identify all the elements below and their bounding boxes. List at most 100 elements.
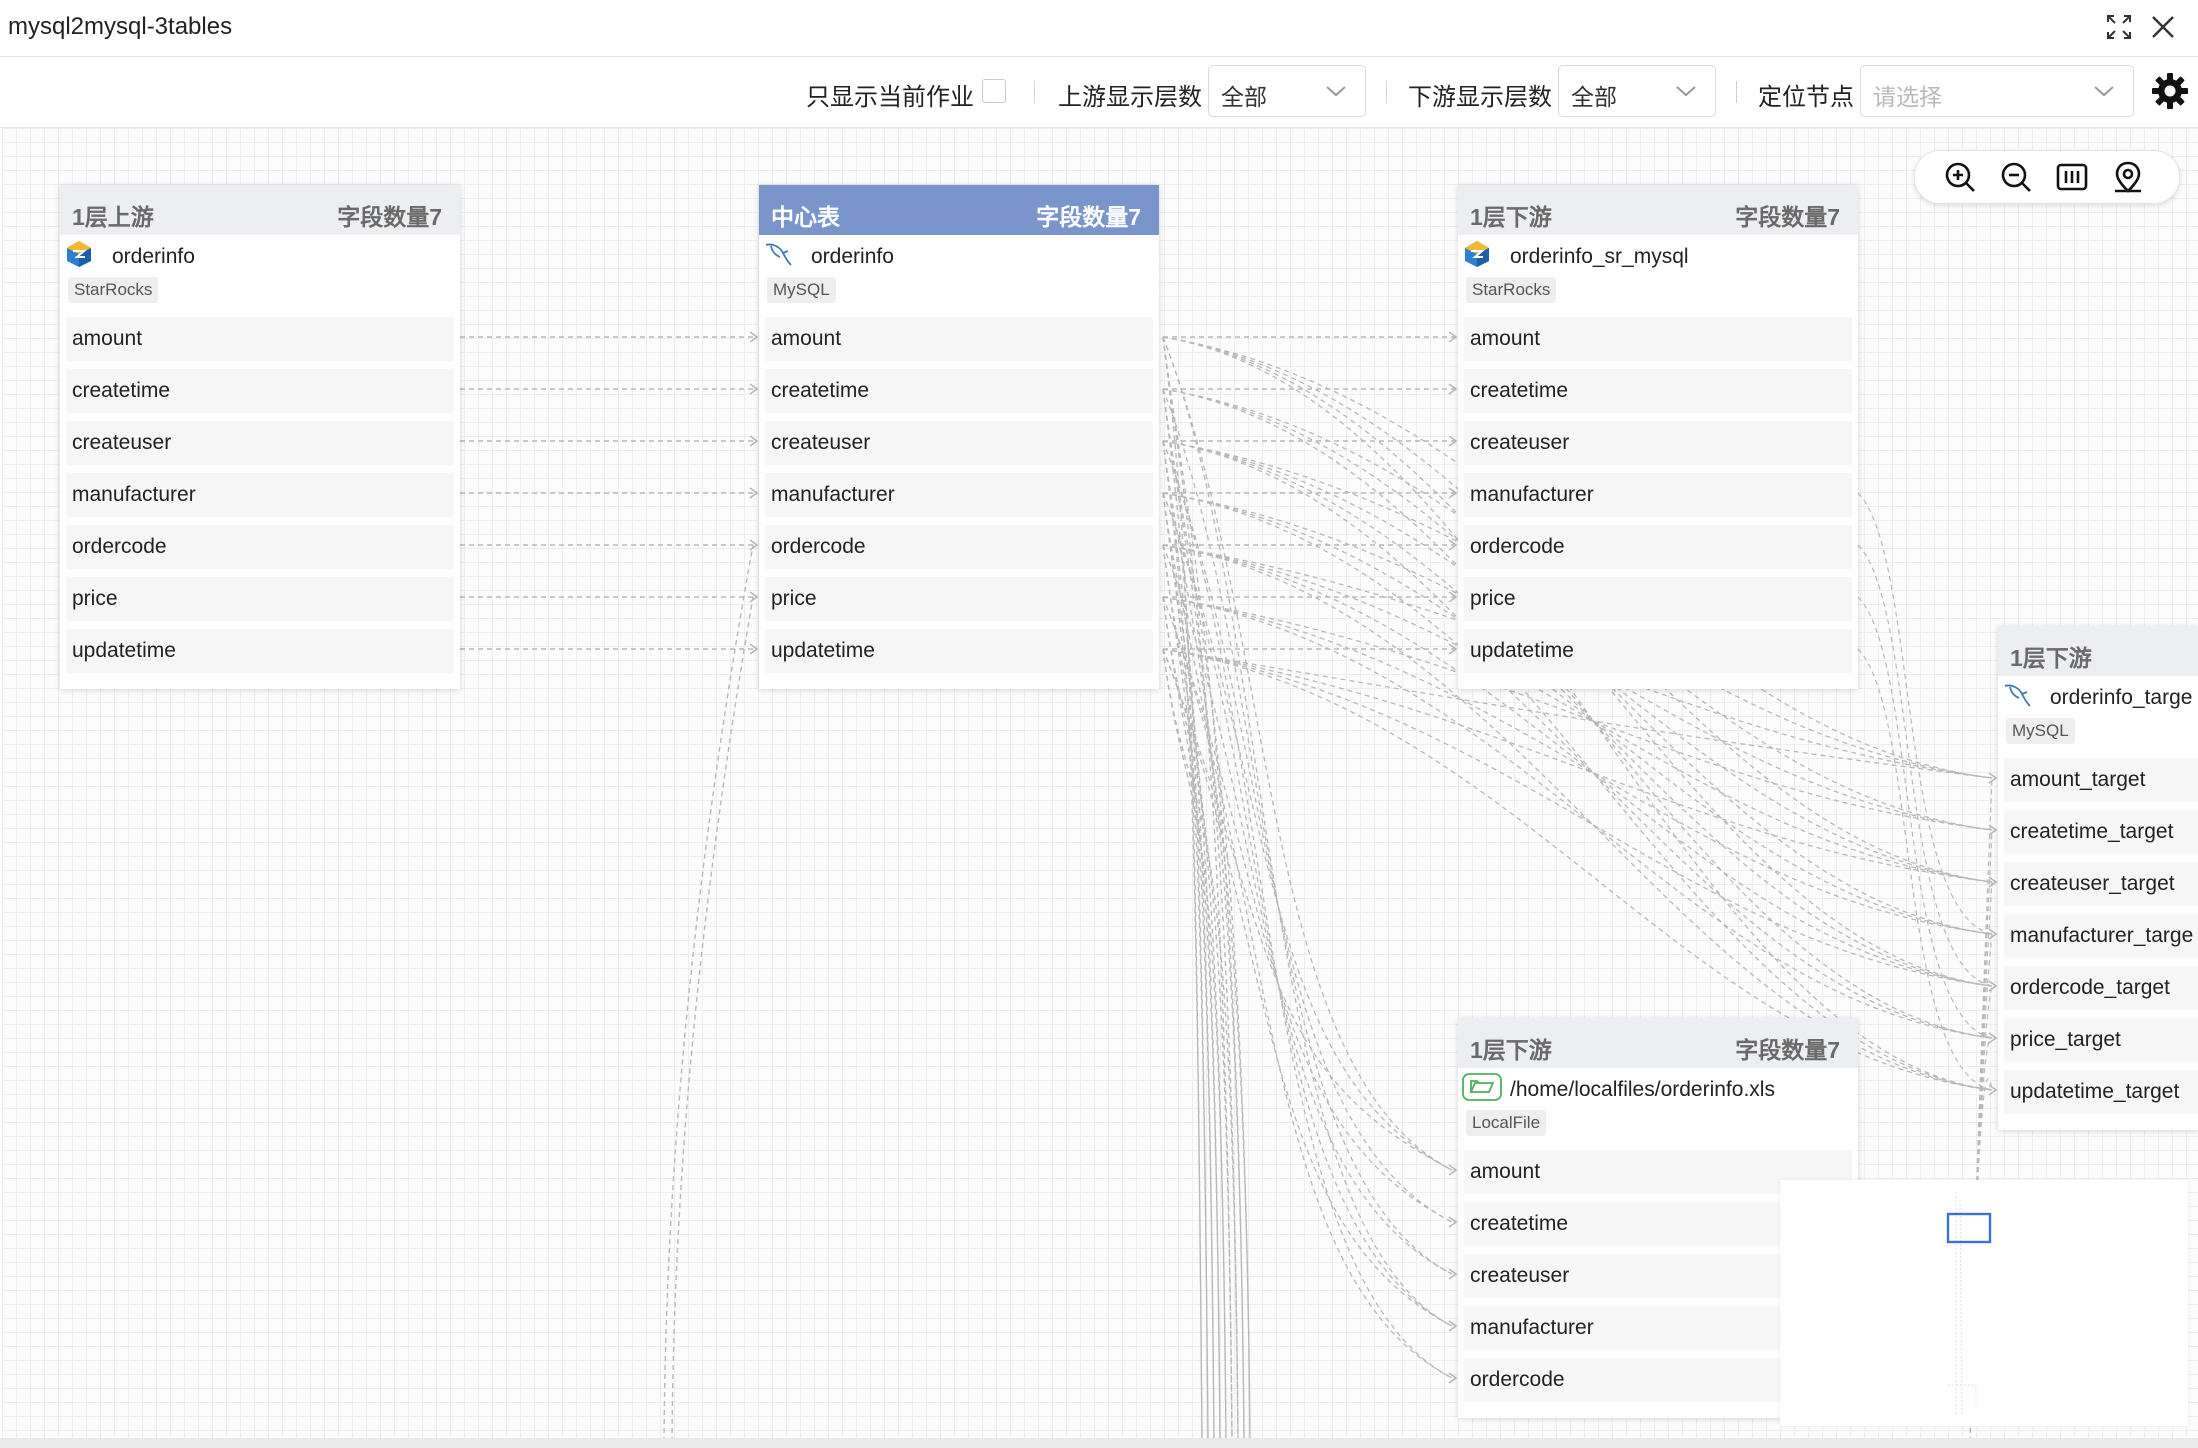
- node-level: 中心表: [771, 204, 840, 230]
- node-level: 1层上游: [72, 204, 154, 230]
- locate-icon[interactable]: [2111, 160, 2145, 194]
- field-list: amount createtime createuser manufacture…: [759, 317, 1159, 689]
- field-row[interactable]: updatetime: [1464, 629, 1852, 673]
- field-row[interactable]: createtime: [765, 369, 1153, 413]
- minimap[interactable]: [1780, 1180, 2188, 1426]
- zoom-out-icon[interactable]: [1999, 160, 2033, 194]
- field-row[interactable]: updatetime: [66, 629, 454, 673]
- field-row[interactable]: amount: [765, 317, 1153, 361]
- field-name: ordercode: [771, 535, 866, 558]
- minimap-viewport[interactable]: [1946, 1212, 1992, 1244]
- field-row[interactable]: price: [66, 577, 454, 621]
- field-row[interactable]: ordercode: [765, 525, 1153, 569]
- field-row[interactable]: createtime: [1464, 369, 1852, 413]
- lineage-edge: [671, 596, 754, 1442]
- field-name: createuser: [771, 431, 871, 454]
- starrocks-icon: [1462, 239, 1492, 269]
- fullscreen-icon[interactable]: [2104, 12, 2134, 42]
- horizontal-scrollbar[interactable]: [0, 1438, 2198, 1448]
- node-downstream-target[interactable]: 1层下游 orderinfo_targe MySQL amount_target…: [1998, 626, 2198, 1130]
- field-name: createuser: [72, 431, 172, 454]
- field-row[interactable]: createtime_target: [2004, 810, 2198, 854]
- locate-node-select[interactable]: 请选择: [1860, 65, 2134, 117]
- datasource-badge: StarRocks: [1466, 277, 1557, 303]
- field-name: createtime: [72, 379, 171, 402]
- node-header: 1层下游 字段数量7: [1458, 1018, 1858, 1068]
- node-table-name: orderinfo_sr_mysql: [1510, 245, 1689, 268]
- field-row[interactable]: price_target: [2004, 1018, 2198, 1062]
- node-field-count: 字段数量7: [337, 204, 442, 230]
- node-table-name: orderinfo: [112, 245, 195, 268]
- close-icon[interactable]: [2148, 12, 2178, 42]
- node-level: 1层下游: [1470, 204, 1552, 230]
- field-row[interactable]: manufacturer: [66, 473, 454, 517]
- window-titlebar: mysql2mysql-3tables: [0, 0, 2198, 57]
- field-row[interactable]: manufacturer: [1464, 473, 1852, 517]
- locate-node-label: 定位节点: [1758, 84, 1854, 111]
- field-list: amount createtime createuser manufacture…: [1458, 317, 1858, 689]
- lineage-edge: [1162, 544, 1227, 1442]
- toolbar-divider: [1034, 81, 1035, 103]
- field-name: price: [771, 587, 817, 610]
- fit-view-icon[interactable]: [2055, 160, 2089, 194]
- node-center[interactable]: 中心表 字段数量7 orderinfo MySQL amount createt…: [759, 185, 1159, 689]
- field-row[interactable]: createuser: [66, 421, 454, 465]
- datasource-badge: LocalFile: [1466, 1110, 1547, 1136]
- lineage-edge: [1162, 492, 1453, 1171]
- field-name: price: [1470, 587, 1516, 610]
- lineage-canvas[interactable]: 1层上游 字段数量7 orderinfo StarRocks amount cr…: [2, 128, 2198, 1442]
- node-upstream[interactable]: 1层上游 字段数量7 orderinfo StarRocks amount cr…: [60, 185, 460, 689]
- field-row[interactable]: createuser_target: [2004, 862, 2198, 906]
- gear-icon[interactable]: [2150, 71, 2190, 116]
- node-downstream-starrocks[interactable]: 1层下游 字段数量7 orderinfo_sr_mysql StarRocks …: [1458, 185, 1858, 689]
- upstream-levels-value: 全部: [1221, 84, 1267, 110]
- field-list: amount_target createtime_target createus…: [1998, 758, 2198, 1130]
- datasource-badge: StarRocks: [68, 277, 159, 303]
- field-row[interactable]: manufacturer: [765, 473, 1153, 517]
- field-row[interactable]: ordercode_target: [2004, 966, 2198, 1010]
- locate-node-placeholder: 请选择: [1873, 84, 1942, 110]
- field-row[interactable]: updatetime_target: [2004, 1070, 2198, 1114]
- field-row[interactable]: createtime: [66, 369, 454, 413]
- mysql-icon: [2002, 680, 2032, 710]
- field-name: price_target: [2010, 1028, 2121, 1051]
- only-current-checkbox[interactable]: [982, 79, 1006, 103]
- lineage-edge: [1162, 336, 1203, 1442]
- field-row[interactable]: manufacturer_targe: [2004, 914, 2198, 958]
- field-name: amount: [1470, 327, 1541, 350]
- downstream-levels-select[interactable]: 全部: [1558, 65, 1716, 117]
- window-title: mysql2mysql-3tables: [8, 13, 233, 40]
- zoom-in-icon[interactable]: [1943, 160, 1977, 194]
- lineage-edge: [1162, 492, 1221, 1442]
- field-name: manufacturer: [72, 483, 196, 506]
- lineage-edge: [1162, 388, 1453, 1275]
- field-row[interactable]: ordercode: [1464, 525, 1852, 569]
- field-name: manufacturer: [771, 483, 895, 506]
- field-row[interactable]: price: [765, 577, 1153, 621]
- field-row[interactable]: createuser: [1464, 421, 1852, 465]
- field-row[interactable]: createuser: [765, 421, 1153, 465]
- upstream-levels-label: 上游显示层数: [1058, 84, 1202, 111]
- mysql-icon: [763, 239, 793, 269]
- field-row[interactable]: updatetime: [765, 629, 1153, 673]
- lineage-edge: [1162, 336, 1453, 1171]
- node-level: 1层下游: [2010, 645, 2092, 671]
- field-name: amount: [1470, 1160, 1541, 1183]
- node-field-count: 字段数量7: [1036, 204, 1141, 230]
- only-current-label: 只显示当前作业: [806, 84, 974, 111]
- field-row[interactable]: ordercode: [66, 525, 454, 569]
- field-row[interactable]: price: [1464, 577, 1852, 621]
- field-name: updatetime: [72, 639, 176, 662]
- field-name: ordercode: [1470, 535, 1565, 558]
- field-row[interactable]: amount: [1464, 317, 1852, 361]
- field-name: createtime: [771, 379, 870, 402]
- datasource-badge: MySQL: [2006, 718, 2075, 744]
- starrocks-icon: [64, 239, 94, 269]
- node-table-name: /home/localfiles/orderinfo.xls: [1510, 1078, 1775, 1101]
- node-field-count: 字段数量7: [1735, 204, 1840, 230]
- upstream-levels-select[interactable]: 全部: [1208, 65, 1366, 117]
- field-row[interactable]: amount: [66, 317, 454, 361]
- field-row[interactable]: amount_target: [2004, 758, 2198, 802]
- folder-icon: [1462, 1072, 1502, 1102]
- field-name: createuser: [1470, 1264, 1570, 1287]
